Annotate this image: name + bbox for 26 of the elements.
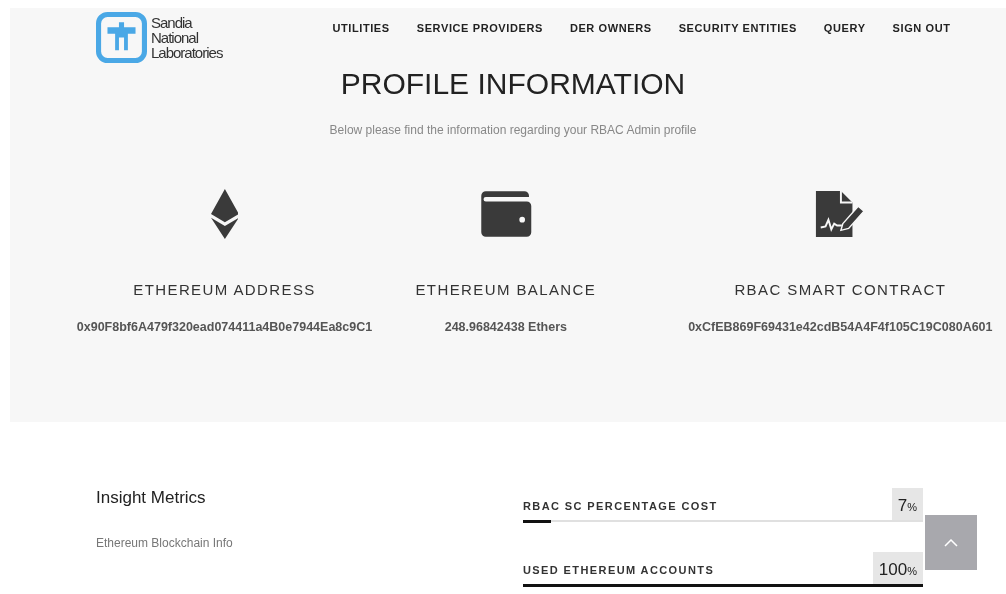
info-label: ETHEREUM BALANCE	[415, 281, 597, 298]
section-text: Ethereum Blockchain Info	[96, 536, 234, 550]
logo-text: Sandia National Laboratories	[151, 15, 223, 60]
metric-value: 100%	[872, 552, 923, 584]
section-heading: Insight Metrics	[96, 488, 207, 508]
metric-label: USED ETHEREUM ACCOUNTS	[523, 564, 715, 578]
wallet-icon	[478, 189, 534, 239]
logo-icon	[96, 12, 147, 63]
nav-link[interactable]: SIGN OUT	[892, 22, 951, 34]
ethereum-icon	[210, 189, 239, 239]
scroll-top-button[interactable]	[925, 515, 977, 570]
info-value: 248.96842438 Ethers	[444, 320, 567, 334]
nav-link[interactable]: DER OWNERS	[569, 22, 652, 34]
info-label: RBAC SMART CONTRACT	[734, 281, 947, 298]
nav-link[interactable]: UTILITIES	[332, 22, 390, 34]
info-label: ETHEREUM ADDRESS	[133, 281, 316, 298]
info-value: 0x90F8bf6A479f320ead074411a4B0e7944Ea8c9C1	[76, 320, 373, 334]
metric-value: 7%	[891, 488, 923, 520]
info-value: 0xCfEB869F69431e42cdB54A4F4f105C19C080A601	[688, 320, 993, 334]
page-title: PROFILE INFORMATION	[339, 67, 687, 101]
page-subtitle: Below please find the information regarding your RBAC Admin profile	[328, 123, 698, 137]
nav-link[interactable]: SERVICE PROVIDERS	[416, 22, 543, 34]
metric-label: RBAC SC PERCENTAGE COST	[523, 500, 718, 514]
chevron-up-icon	[944, 538, 958, 547]
nav-link[interactable]: SECURITY ENTITIES	[678, 22, 797, 34]
nav-link[interactable]: QUERY	[823, 22, 866, 34]
